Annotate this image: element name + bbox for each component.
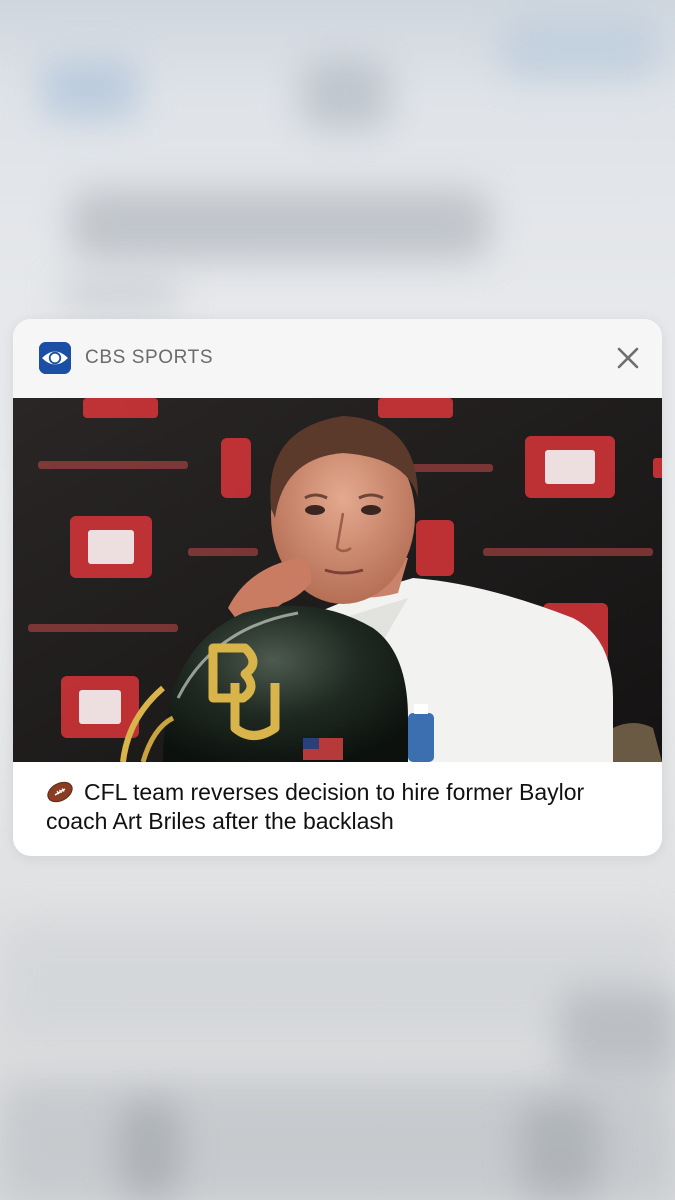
blurred-background-shape xyxy=(60,280,180,310)
notification-card[interactable]: CBS SPORTS CFL team reverses decision to… xyxy=(13,319,662,856)
app-name: CBS SPORTS xyxy=(85,347,214,368)
blurred-background-shape xyxy=(300,60,390,130)
cbs-eye-icon xyxy=(39,342,71,374)
blurred-background-shape xyxy=(120,1100,180,1200)
blurred-background-shape xyxy=(70,190,490,260)
lock-screen: CBS SPORTS CFL team reverses decision to… xyxy=(0,0,675,1200)
american-football-icon xyxy=(46,781,74,803)
close-icon[interactable] xyxy=(614,344,642,372)
blurred-background-shape xyxy=(560,990,675,1080)
blurred-background-shape xyxy=(520,1100,600,1200)
blurred-background-shape xyxy=(40,60,140,120)
headline-text: CFL team reverses decision to hire forme… xyxy=(46,779,585,834)
blurred-background-shape xyxy=(500,20,660,80)
notification-image[interactable] xyxy=(13,398,662,762)
notification-header: CBS SPORTS xyxy=(13,319,662,398)
notification-headline: CFL team reverses decision to hire forme… xyxy=(46,778,646,836)
